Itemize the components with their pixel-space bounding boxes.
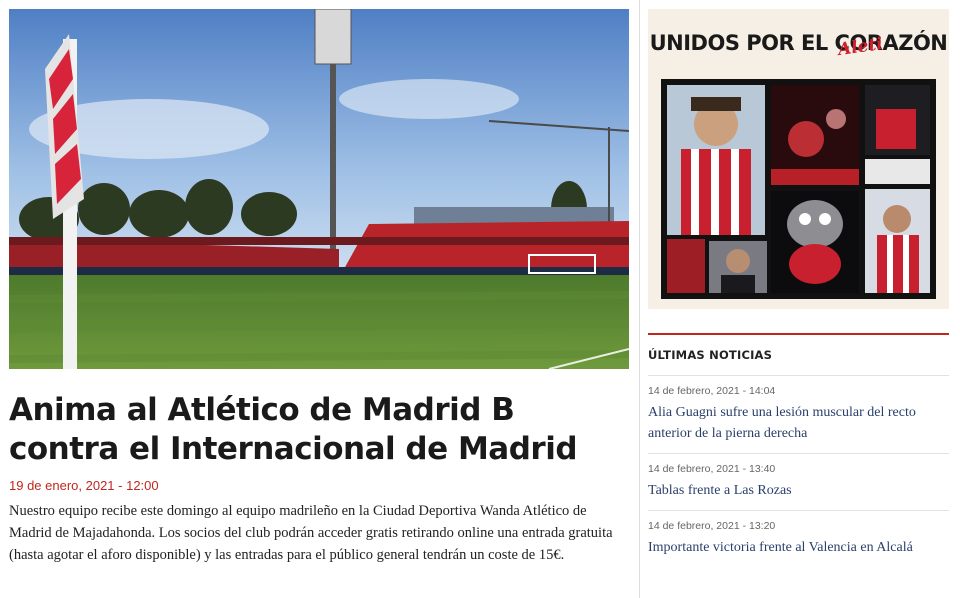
column-divider (639, 0, 640, 598)
hero-image[interactable] (9, 9, 629, 369)
news-item[interactable]: 14 de febrero, 2021 - 14:04 Alia Guagni … (648, 376, 949, 454)
news-title-link[interactable]: Alia Guagni sufre una lesión muscular de… (648, 402, 949, 444)
news-date: 14 de febrero, 2021 - 13:20 (648, 520, 776, 532)
section-rule (648, 333, 949, 335)
latest-news-heading: ÚLTIMAS NOTICIAS (648, 348, 773, 362)
promo-title: UNIDOS POR EL CORAZÓN (649, 31, 948, 55)
news-date: 14 de febrero, 2021 - 14:04 (648, 385, 776, 397)
promo-banner[interactable]: UNIDOS POR EL CORAZÓN Aleti (648, 9, 949, 309)
news-title-link[interactable]: Importante victoria frente al Valencia e… (648, 537, 949, 558)
article-date: 19 de enero, 2021 - 12:00 (9, 478, 159, 493)
article-body: Nuestro equipo recibe este domingo al eq… (9, 503, 613, 563)
news-date: 14 de febrero, 2021 - 13:40 (648, 463, 776, 475)
main-column: Anima al Atlético de Madrid B contra el … (9, 9, 629, 566)
news-title-link[interactable]: Tablas frente a Las Rozas (648, 480, 949, 501)
news-item[interactable]: 14 de febrero, 2021 - 13:40 Tablas frent… (648, 454, 949, 511)
stadium-photo (9, 9, 629, 369)
photo-collage (661, 79, 936, 299)
collage-image (661, 79, 936, 299)
news-item[interactable]: 14 de febrero, 2021 - 13:20 Importante v… (648, 511, 949, 567)
sidebar: UNIDOS POR EL CORAZÓN Aleti ÚLTIMAS NOTI… (648, 9, 949, 567)
article-title[interactable]: Anima al Atlético de Madrid B contra el … (9, 391, 619, 469)
